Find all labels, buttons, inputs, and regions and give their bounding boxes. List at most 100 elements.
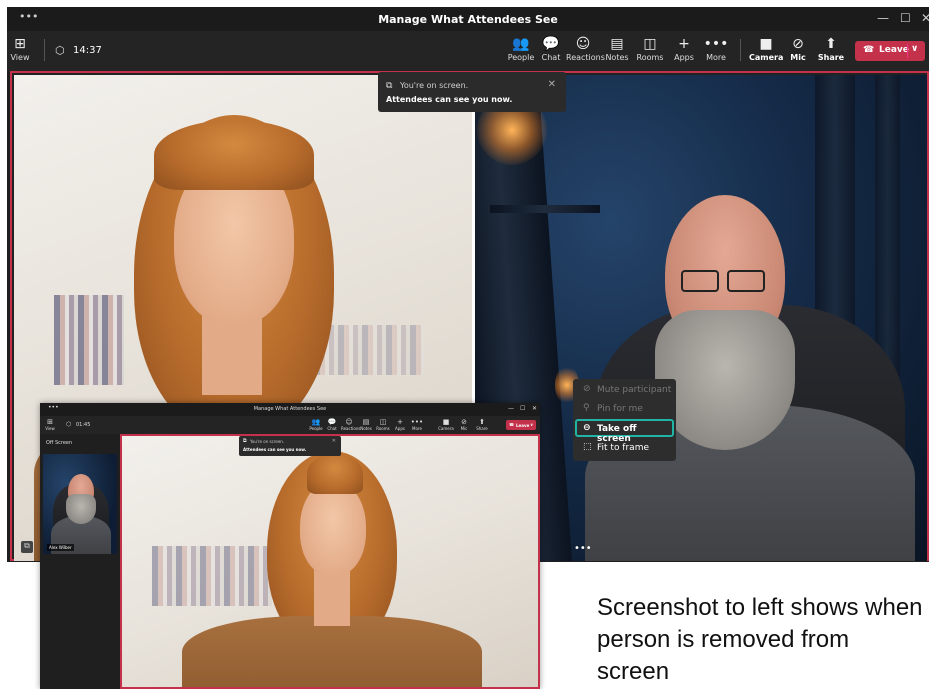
off-screen-panel: Off Screen Alex Wilber (40, 434, 118, 689)
inset-reactions-button[interactable]: ☺ Reactions (341, 418, 360, 431)
reactions-button[interactable]: ☺ Reactions (566, 36, 605, 62)
inset-apps-button[interactable]: + Apps (392, 418, 408, 431)
share-icon: ⬆ (825, 36, 837, 52)
menu-item-take-off-screen[interactable]: ⊖ Take off screen (575, 419, 674, 444)
mic-button[interactable]: ⊘ Mic (781, 36, 815, 62)
inset-maximize-icon[interactable]: ☐ (520, 405, 525, 412)
pin-icon: ⚲ (583, 403, 590, 413)
inset-notes-button[interactable]: ▤ Notes (358, 418, 374, 431)
toolbar-divider (740, 39, 741, 61)
inset-rooms-button[interactable]: ◫ Rooms (375, 418, 391, 431)
people-button[interactable]: 👥 People (504, 36, 538, 62)
inset-on-screen-toast: ⧉ You're on screen. Attendees can see yo… (239, 436, 341, 456)
mic-off-icon: ⊘ (461, 418, 467, 426)
inset-title-bar: ••• Manage What Attendees See — ☐ ✕ (40, 403, 540, 416)
woman-shirt (182, 616, 482, 687)
rooms-button[interactable]: ◫ Rooms (633, 36, 667, 62)
inset-toast-close-icon[interactable]: ✕ (332, 438, 336, 444)
apps-icon: + (678, 36, 690, 52)
rooms-icon: ◫ (379, 418, 387, 426)
man-beard (655, 310, 795, 450)
maximize-icon[interactable]: ☐ (900, 11, 911, 25)
shield-icon: ⬡ (55, 44, 65, 57)
more-button[interactable]: ••• More (699, 36, 733, 62)
man-beard (66, 494, 96, 524)
people-icon: 👥 (512, 36, 530, 52)
more-icon: ••• (703, 36, 729, 52)
bookshelf-background (152, 546, 272, 606)
toolbar-divider (44, 39, 45, 61)
woman-bangs (154, 120, 314, 190)
camera-icon: ■ (759, 36, 773, 52)
meeting-timer: 14:37 (73, 45, 102, 56)
screen-icon: ⧉ (386, 81, 393, 91)
fit-frame-icon: ⬚ (583, 442, 592, 452)
inset-leave-button[interactable]: ☎ Leave ∨ (506, 420, 536, 430)
share-icon: ⬆ (479, 418, 485, 426)
inset-teams-window: ••• Manage What Attendees See — ☐ ✕ ⊞ Vi… (40, 403, 540, 689)
more-icon: ••• (410, 418, 424, 426)
inset-mic-button[interactable]: ⊘ Mic (456, 418, 472, 431)
inset-camera-button[interactable]: ■ Camera (438, 418, 454, 431)
notes-button[interactable]: ▤ Notes (600, 36, 634, 62)
toast-close-icon[interactable]: ✕ (548, 79, 556, 90)
participant-name-label: Alex Wilber (47, 544, 74, 551)
inset-view-button[interactable]: ⊞ View (42, 418, 58, 431)
inset-close-icon[interactable]: ✕ (532, 405, 537, 412)
notes-icon: ▤ (362, 418, 370, 426)
video-tile-man[interactable] (475, 75, 927, 561)
reactions-icon: ☺ (575, 36, 591, 52)
inset-minimize-icon[interactable]: — (508, 405, 514, 412)
camera-button[interactable]: ■ Camera (749, 36, 783, 62)
glasses-left (681, 270, 719, 292)
view-grid-icon: ⊞ (47, 418, 53, 426)
inset-people-button[interactable]: 👥 People (308, 418, 324, 431)
reactions-icon: ☺ (345, 418, 353, 426)
off-screen-participant-thumbnail[interactable]: Alex Wilber (43, 454, 117, 554)
menu-item-fit-to-frame[interactable]: ⬚ Fit to frame (575, 439, 674, 457)
view-button[interactable]: ⊞ View (7, 36, 37, 62)
off-screen-label: Off Screen (46, 440, 73, 446)
inset-toolbar: ⊞ View ⬡ 01:45 👥 People 💬 Chat ☺ Reactions … (40, 416, 540, 434)
rooms-icon: ◫ (643, 36, 657, 52)
chat-button[interactable]: 💬 Chat (534, 36, 568, 62)
mic-off-icon: ⊘ (583, 384, 591, 394)
tile-more-options-icon[interactable]: ••• (574, 543, 592, 554)
title-bar: ••• Manage What Attendees See — ☐ ✕ (7, 7, 929, 31)
chevron-down-icon[interactable]: ∨ (911, 44, 918, 54)
glasses-right (727, 270, 765, 292)
slide-caption: Screenshot to left shows when person is … (597, 594, 923, 685)
inset-more-button[interactable]: ••• More (409, 418, 425, 431)
phone-hangup-icon: ☎ (509, 422, 514, 427)
inset-meeting-timer: 01:45 (76, 422, 91, 428)
screen-icon: ⧉ (243, 438, 247, 444)
mic-off-icon: ⊘ (792, 36, 804, 52)
on-screen-toast: ⧉ You're on screen. Attendees can see yo… (378, 72, 566, 112)
woman-face (300, 481, 366, 576)
people-icon: 👥 (311, 418, 321, 426)
chevron-down-icon[interactable]: ∨ (530, 422, 533, 427)
inset-window-title: Manage What Attendees See (253, 406, 327, 412)
take-off-screen-icon: ⊖ (583, 423, 591, 433)
inset-share-button[interactable]: ⬆ Share (474, 418, 490, 431)
apps-icon: + (397, 418, 403, 426)
close-icon[interactable]: ✕ (921, 11, 929, 25)
screen-share-indicator-icon: ⧉ (21, 541, 33, 553)
menu-item-pin-for-me[interactable]: ⚲ Pin for me (575, 400, 674, 418)
menu-item-mute-participant[interactable]: ⊘ Mute participant (575, 381, 674, 399)
bookshelf-background (54, 295, 124, 385)
meeting-toolbar: ⊞ View ⬡ 14:37 👥 People 💬 Chat ☺ Reactio… (7, 31, 929, 71)
notes-icon: ▤ (610, 36, 624, 52)
phone-hangup-icon: ☎ (863, 45, 875, 55)
shelf-background (314, 325, 424, 375)
minimize-icon[interactable]: — (877, 11, 889, 25)
inset-meeting-stage[interactable] (120, 434, 540, 689)
share-button[interactable]: ⬆ Share (814, 36, 848, 62)
chat-icon: 💬 (542, 36, 560, 52)
inset-chat-button[interactable]: 💬 Chat (324, 418, 340, 431)
apps-button[interactable]: + Apps (667, 36, 701, 62)
shield-icon: ⬡ (66, 421, 72, 428)
participant-context-menu: ⊘ Mute participant ⚲ Pin for me ⊖ Take o… (573, 379, 676, 461)
window-title: Manage What Attendees See (378, 13, 558, 26)
leave-button[interactable]: ☎ Leave ∨ (855, 41, 925, 61)
